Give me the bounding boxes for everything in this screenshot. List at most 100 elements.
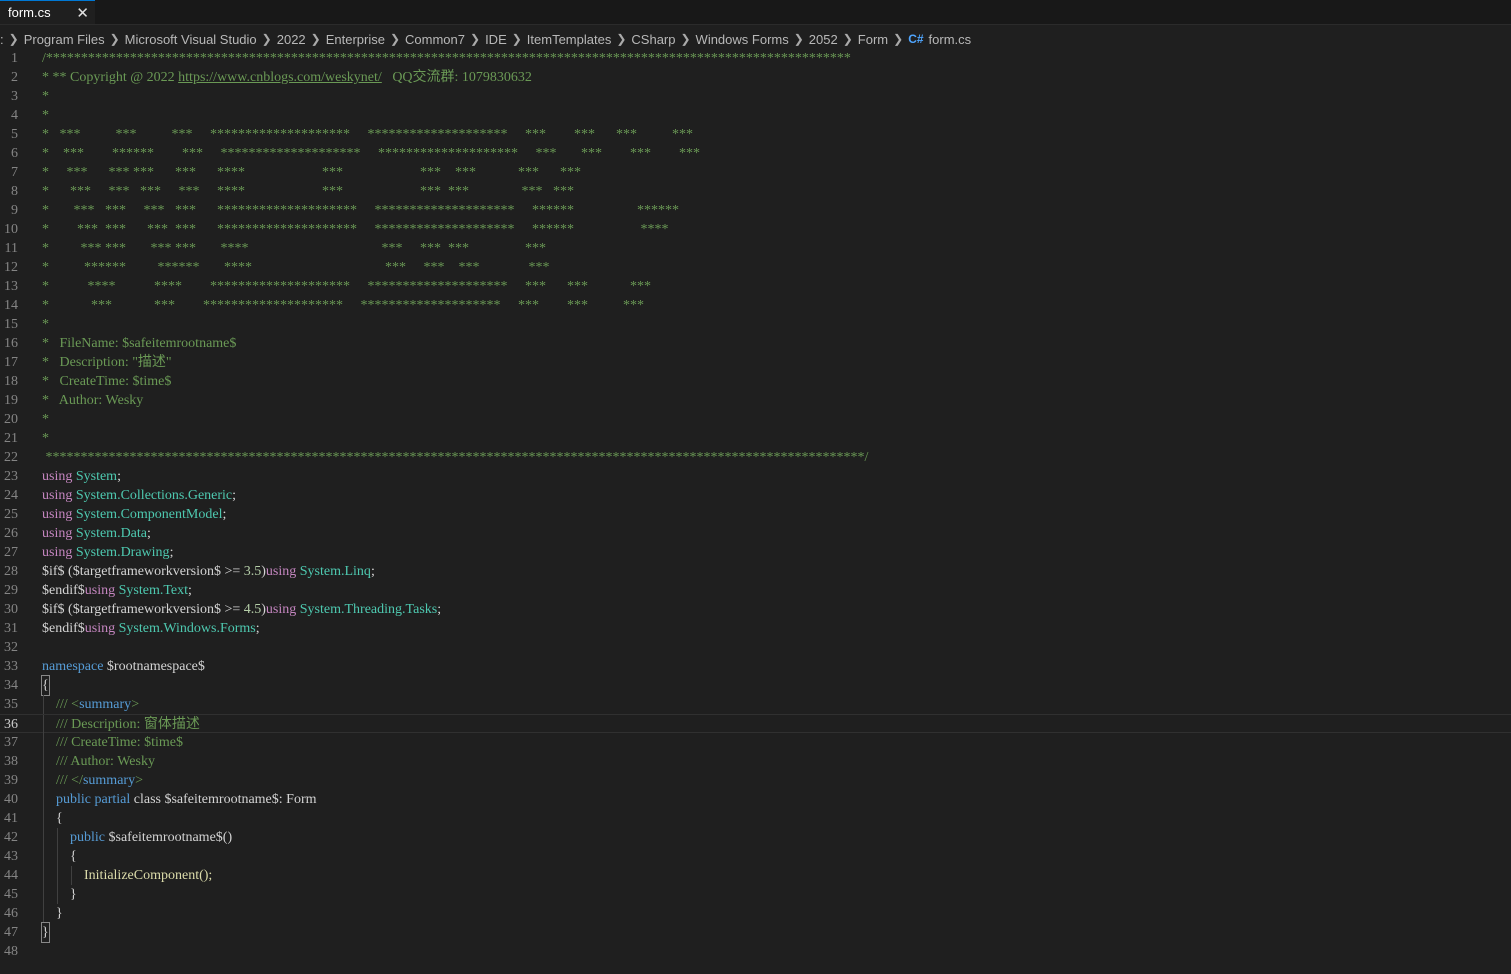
code-editor[interactable]: 1 /**************************************… <box>0 49 1511 974</box>
number: 4.5 <box>243 602 262 617</box>
line-number: 29 <box>4 583 18 598</box>
tab-bar: form.cs ✕ <box>0 0 1511 25</box>
brace: } <box>41 922 50 943</box>
doc-comment: /// </ <box>56 773 83 788</box>
comment: * Description: "描述" <box>42 355 172 370</box>
keyword: using <box>42 488 73 503</box>
line-number: 36 <box>4 717 18 732</box>
code-line: 38 /// Author: Wesky <box>0 752 1511 771</box>
code-line: 40 public partial class $safeitemrootname… <box>0 790 1511 809</box>
line-number: 9 <box>11 203 18 218</box>
chevron-right-icon: ❯ <box>109 32 120 46</box>
line-number: 17 <box>4 355 18 370</box>
indent-guide <box>43 904 44 923</box>
breadcrumb-item[interactable]: CSharp <box>631 32 675 47</box>
indent-guide <box>57 828 58 847</box>
code-line: 45} <box>0 885 1511 904</box>
indent-guide <box>43 771 44 790</box>
code-line: 13 * **** **** ******************** *****… <box>0 277 1511 296</box>
line-number: 40 <box>4 792 18 807</box>
xml-tag: summary <box>79 697 132 712</box>
code-line: 19 * Author: Wesky <box>0 391 1511 410</box>
punct: ; <box>169 545 174 560</box>
line-number: 16 <box>4 336 18 351</box>
chevron-right-icon: ❯ <box>389 32 401 46</box>
line-number: 10 <box>4 222 18 237</box>
chevron-right-icon: ❯ <box>893 32 904 46</box>
indent-guide <box>43 790 44 809</box>
keyword: using <box>42 545 73 560</box>
comment: QQ交流群: 1079830632 <box>381 70 532 85</box>
breadcrumb-item[interactable]: Form <box>858 32 888 47</box>
code-line: 33 namespace $rootnamespace$ <box>0 657 1511 676</box>
breadcrumb-item[interactable]: Microsoft Visual Studio <box>125 32 257 47</box>
chevron-right-icon: ❯ <box>842 32 853 46</box>
doc-comment: /// Description: 窗体描述 <box>56 717 200 732</box>
tab-form-cs[interactable]: form.cs ✕ <box>0 0 95 24</box>
line-number: 27 <box>4 545 18 560</box>
line-number: 47 <box>4 925 18 940</box>
comment: * CreateTime: $time$ <box>42 374 172 389</box>
doc-comment: /// Author: Wesky <box>56 754 155 769</box>
line-number: 18 <box>4 374 18 389</box>
breadcrumb-item[interactable]: 2052 <box>809 32 838 47</box>
indent-guide <box>71 866 72 885</box>
namespace-name: System.Text <box>118 583 189 598</box>
line-number: 2 <box>11 70 18 85</box>
code-line: 42 public $safeitemrootname$() <box>0 828 1511 847</box>
line-number: 1 <box>11 51 18 66</box>
comment-link[interactable]: https://www.cnblogs.com/weskynet/ <box>178 70 382 85</box>
close-icon[interactable]: ✕ <box>76 4 89 22</box>
code-line: 18 * CreateTime: $time$ <box>0 372 1511 391</box>
template-token: $endif$ <box>42 583 85 598</box>
brace: } <box>56 906 63 921</box>
brace: } <box>70 887 77 902</box>
code-line: 17 * Description: "描述" <box>0 353 1511 372</box>
code-line: 8 * *** *** *** *** **** *** *** *** *** … <box>0 182 1511 201</box>
namespace-name: System.Collections.Generic <box>75 488 233 503</box>
keyword: using <box>84 583 116 598</box>
code-line: 12 * ****** ****** **** *** *** *** *** <box>0 258 1511 277</box>
line-number: 23 <box>4 469 18 484</box>
line-number: 7 <box>11 165 18 180</box>
line-number: 42 <box>4 830 18 845</box>
line-number: 39 <box>4 773 18 788</box>
code-line: 30 $if$ ($targetframeworkversion$ >= 4.5)… <box>0 600 1511 619</box>
code-line: 2 * ** Copyright @ 2022 https://www.cnblo… <box>0 68 1511 87</box>
comment: ****************************************… <box>42 450 869 465</box>
breadcrumb-item[interactable]: Program Files <box>24 32 105 47</box>
breadcrumb-item-file[interactable]: form.cs <box>929 32 972 47</box>
line-number: 38 <box>4 754 18 769</box>
code-line: 10 * *** *** *** *** ********************… <box>0 220 1511 239</box>
line-number: 21 <box>4 431 18 446</box>
chevron-right-icon: ❯ <box>470 32 481 46</box>
breadcrumb-item[interactable]: : <box>0 32 4 47</box>
keyword: class <box>133 792 161 807</box>
csharp-file-icon: C# <box>908 32 924 46</box>
breadcrumb-item[interactable]: ItemTemplates <box>527 32 612 47</box>
namespace-name: System.Threading.Tasks <box>299 602 438 617</box>
breadcrumb-item[interactable]: Common7 <box>405 32 465 47</box>
code-line: 37 /// CreateTime: $time$ <box>0 733 1511 752</box>
doc-comment: /// CreateTime: $time$ <box>56 735 184 750</box>
punct: ; <box>117 469 121 484</box>
line-number: 46 <box>4 906 18 921</box>
method-call: InitializeComponent(); <box>84 868 213 883</box>
breadcrumb-item[interactable]: Windows Forms <box>696 32 789 47</box>
line-number: 19 <box>4 393 18 408</box>
line-number: 32 <box>4 640 18 655</box>
code-line: 34 { <box>0 675 1511 696</box>
comment: * ** Copyright @ 2022 <box>42 70 179 85</box>
template-token: $endif$ <box>42 621 85 636</box>
code-line: 7 * *** *** *** *** **** *** *** *** *** … <box>0 163 1511 182</box>
breadcrumb-item[interactable]: Enterprise <box>326 32 385 47</box>
breadcrumb-item[interactable]: 2022 <box>277 32 306 47</box>
breadcrumb-item[interactable]: IDE <box>485 32 507 47</box>
code-line: 41 { <box>0 809 1511 828</box>
keyword: public <box>56 792 91 807</box>
code-line: 5 * *** *** *** ******************** ****… <box>0 125 1511 144</box>
chevron-right-icon: ❯ <box>616 32 627 46</box>
doc-comment: > <box>131 697 140 712</box>
comment: * *** *** *** *** **** *** *** *** *** *… <box>42 184 574 199</box>
keyword: using <box>84 621 116 636</box>
